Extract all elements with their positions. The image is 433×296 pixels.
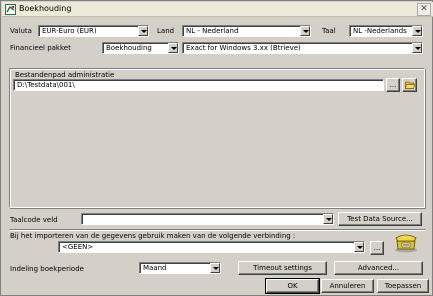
chevron-down-icon[interactable] [210,263,220,273]
versie-value: Exact for Windows 3.xx (Btrieve) [186,44,301,52]
chevron-down-icon[interactable] [323,214,333,224]
versie-select[interactable]: Exact for Windows 3.xx (Btrieve) [182,42,423,54]
taalcode-select[interactable] [81,213,334,225]
folder-open-icon [405,80,415,94]
land-select[interactable]: NL - Nederland [182,25,311,37]
taal-label: Taal [322,27,336,35]
chevron-down-icon[interactable] [168,43,178,53]
connection-value: <GEEN> [62,243,94,251]
bestandenpad-input[interactable]: D:\Testdata\001\ [13,79,384,91]
financieel-pakket-label: Financieel pakket [10,44,71,52]
land-value: NL - Nederland [186,27,239,35]
valuta-select[interactable]: EUR-Euro (EUR) [38,25,149,37]
connection-browse-button[interactable]: ... [370,241,384,255]
app-icon [5,4,16,15]
connection-select[interactable]: <GEEN> [58,241,365,253]
boekhouding-dialog: Boekhouding ✕ Valuta EUR-Euro (EUR) Land… [0,0,433,296]
close-button[interactable]: ✕ [417,3,431,16]
indeling-select[interactable]: Maand [139,262,221,274]
chevron-down-icon[interactable] [412,43,422,53]
title-bar[interactable]: Boekhouding ✕ [2,2,433,17]
chevron-down-icon[interactable] [300,26,310,36]
bestandenpad-browse-button[interactable]: ... [386,78,400,92]
pakket-select[interactable]: Boekhouding [102,42,179,54]
indeling-value: Maand [143,264,167,272]
divider [9,229,425,231]
chevron-down-icon[interactable] [354,242,364,252]
pakket-value: Boekhouding [106,44,152,52]
chevron-down-icon[interactable] [138,26,148,36]
apply-button[interactable]: Toepassen [377,279,429,293]
bestandenpad-value: D:\Testdata\001\ [17,81,75,89]
phone-connection-icon [394,231,418,255]
ok-button[interactable]: OK [265,278,320,294]
window-title: Boekhouding [19,4,72,13]
test-data-source-button[interactable]: Test Data Source... [338,212,422,226]
import-connection-label: Bij het importeren van de gegevens gebru… [10,232,296,240]
taal-select[interactable]: NL -Nederlands [349,25,423,37]
advanced-button[interactable]: Advanced... [334,261,423,275]
chevron-down-icon[interactable] [412,26,422,36]
bestandenpad-label: Bestandenpad administratie [15,71,115,79]
timeout-settings-button[interactable]: Timeout settings [238,261,327,275]
cancel-button[interactable]: Annuleren [321,279,374,293]
taal-value: NL -Nederlands [353,27,407,35]
taalcode-label: Taalcode veld [10,216,58,224]
open-folder-button[interactable] [402,78,417,92]
valuta-value: EUR-Euro (EUR) [42,27,97,35]
indeling-boekperiode-label: Indeling boekperiode [10,265,84,273]
valuta-label: Valuta [10,27,32,35]
land-label: Land [157,27,175,35]
